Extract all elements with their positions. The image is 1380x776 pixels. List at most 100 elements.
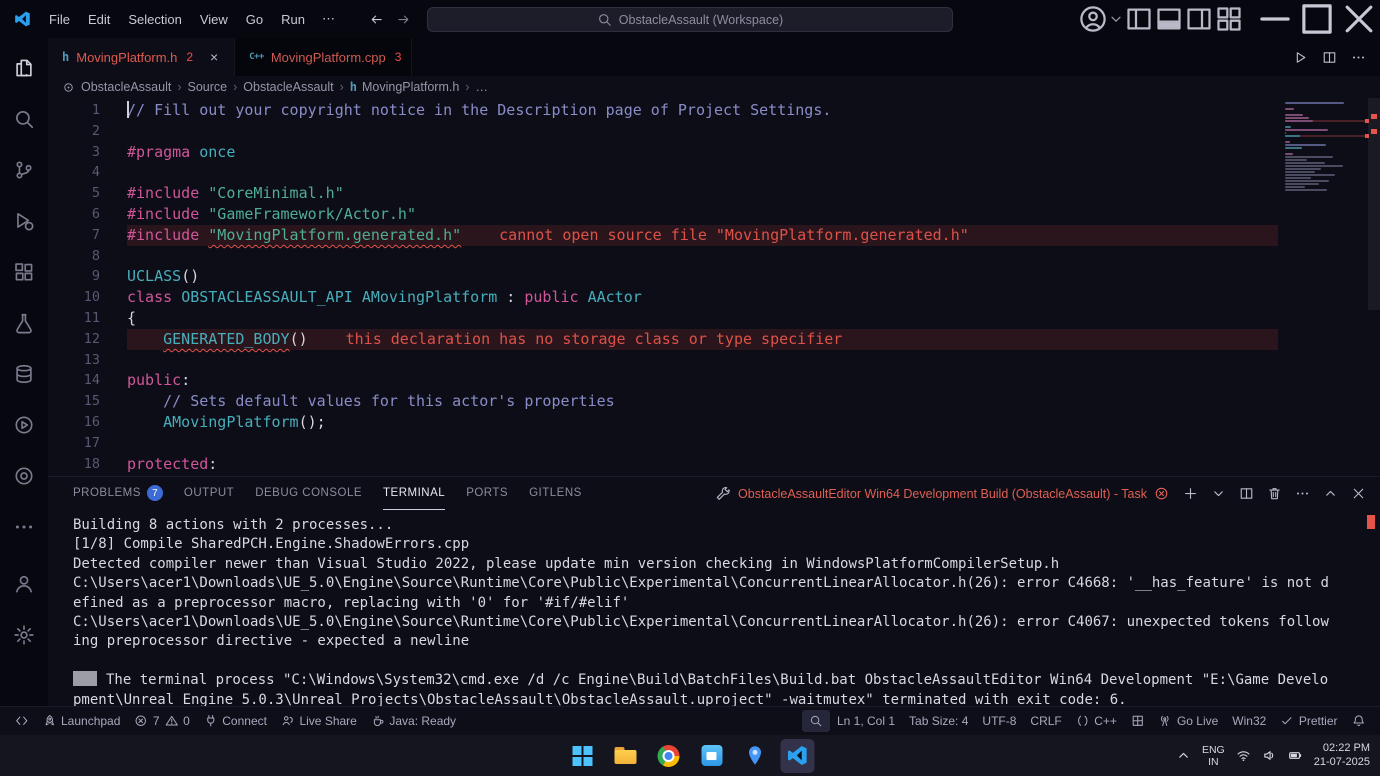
code-line-5[interactable]: 5#include "CoreMinimal.h" [48,183,1380,204]
task-close-icon[interactable] [1154,486,1169,501]
panel-tab-ports[interactable]: PORTS [466,477,508,510]
toggle-secondary-sidebar-icon[interactable] [1184,4,1214,34]
toggle-sidebar-icon[interactable] [1124,4,1154,34]
status-connect[interactable]: Connect [197,710,274,732]
status-terminal-find[interactable] [802,710,830,732]
database-icon[interactable] [0,348,48,399]
code-line-14[interactable]: 14public: [48,370,1380,391]
panel-tab-gitlens[interactable]: GITLENS [529,477,582,510]
explorer-icon[interactable] [0,42,48,93]
command-center-search[interactable]: ObstacleAssault (Workspace) [427,7,953,32]
pin-icon[interactable] [738,739,772,773]
code-runner-icon[interactable] [0,399,48,450]
settings-icon[interactable] [0,609,48,660]
editor-more-actions-icon[interactable] [1351,50,1366,65]
status-eol[interactable]: CRLF [1023,710,1068,732]
code-line-6[interactable]: 6#include "GameFramework/Actor.h" [48,204,1380,225]
status-problems[interactable]: 70 [127,710,196,732]
status-notifications[interactable] [1345,710,1373,732]
split-terminal-icon[interactable] [1239,486,1254,501]
status-launchpad[interactable]: Launchpad [36,710,128,732]
new-terminal-icon[interactable] [1183,486,1198,501]
code-line-9[interactable]: 9UCLASS() [48,266,1380,287]
customize-layout-icon[interactable] [1214,4,1244,34]
code-editor[interactable]: 1// Fill out your copyright notice in th… [48,98,1380,476]
wifi-icon[interactable] [1236,748,1251,763]
battery-icon[interactable] [1288,748,1303,763]
chrome-icon[interactable] [652,739,686,773]
panel-tab-terminal[interactable]: TERMINAL [383,477,445,510]
code-line-8[interactable]: 8 [48,246,1380,267]
code-line-11[interactable]: 11{ [48,308,1380,329]
breadcrumb-item[interactable]: ObstacleAssault [81,80,171,94]
terminal-task[interactable]: ObstacleAssaultEditor Win64 Development … [716,486,1169,501]
menu-view[interactable]: View [191,8,237,31]
status-remote[interactable] [8,710,36,732]
minimap[interactable] [1285,102,1365,192]
kill-terminal-icon[interactable] [1267,486,1282,501]
gitlens-icon[interactable] [0,450,48,501]
code-line-16[interactable]: 16 AMovingPlatform(); [48,412,1380,433]
terminal-dropdown-icon[interactable] [1211,486,1226,501]
profile-icon[interactable] [1078,4,1108,34]
file-explorer-icon[interactable] [609,739,643,773]
minimize-icon[interactable] [1254,0,1296,38]
breadcrumb-item[interactable]: ObstacleAssault [243,80,333,94]
run-debug-icon[interactable] [0,195,48,246]
more-menus-icon[interactable]: ⋯ [314,7,343,31]
code-line-18[interactable]: 18protected: [48,454,1380,475]
go-forward-icon[interactable] [396,12,411,27]
status-go-live[interactable]: Go Live [1151,710,1225,732]
status-prettier[interactable]: Prettier [1273,710,1344,732]
panel-tab-debug-console[interactable]: DEBUG CONSOLE [255,477,362,510]
go-back-icon[interactable] [369,12,384,27]
panel-more-actions-icon[interactable] [1295,486,1310,501]
status-layout-status[interactable] [1124,710,1152,732]
split-editor-icon[interactable] [1322,50,1337,65]
breadcrumb-item[interactable]: hMovingPlatform.h [350,80,460,94]
code-line-2[interactable]: 2 [48,121,1380,142]
menu-file[interactable]: File [40,8,79,31]
menu-edit[interactable]: Edit [79,8,119,31]
terminal-output[interactable]: Building 8 actions with 2 processes...[1… [48,510,1380,706]
status-language-mode[interactable]: C++ [1069,710,1124,732]
status-java-status[interactable]: Java: Ready [364,710,463,732]
code-line-13[interactable]: 13 [48,350,1380,371]
clock[interactable]: 02:22 PM 21-07-2025 [1314,742,1370,769]
code-line-7[interactable]: 7#include "MovingPlatform.generated.h"ca… [48,225,1380,246]
run-file-icon[interactable] [1293,50,1308,65]
code-line-17[interactable]: 17 [48,433,1380,454]
close-icon[interactable] [1338,0,1380,38]
menu-run[interactable]: Run [272,8,314,31]
maximize-icon[interactable] [1296,0,1338,38]
tab-MovingPlatform.cpp[interactable]: C++MovingPlatform.cpp3 [235,38,412,76]
code-line-15[interactable]: 15 // Sets default values for this actor… [48,391,1380,412]
more-views-icon[interactable] [0,501,48,552]
panel-tab-output[interactable]: OUTPUT [184,477,234,510]
menu-go[interactable]: Go [237,8,272,31]
close-panel-icon[interactable] [1351,486,1366,501]
breadcrumb-item[interactable]: … [475,80,488,94]
close-tab-icon[interactable]: × [204,47,224,67]
source-control-icon[interactable] [0,144,48,195]
store-icon[interactable] [695,739,729,773]
status-indentation[interactable]: Tab Size: 4 [902,710,975,732]
code-line-1[interactable]: 1// Fill out your copyright notice in th… [48,100,1380,121]
vscode-icon[interactable] [781,739,815,773]
panel-tab-problems[interactable]: PROBLEMS7 [73,477,163,510]
language-indicator[interactable]: ENG IN [1202,744,1225,768]
profile-dropdown-chevron-icon[interactable] [1108,4,1124,34]
testing-icon[interactable] [0,297,48,348]
accounts-icon[interactable] [0,558,48,609]
status-live-share[interactable]: Live Share [274,710,364,732]
menu-selection[interactable]: Selection [119,8,190,31]
maximize-panel-icon[interactable] [1323,486,1338,501]
status-cursor-position[interactable]: Ln 1, Col 1 [830,710,902,732]
volume-icon[interactable] [1262,748,1277,763]
start-icon[interactable] [566,739,600,773]
status-encoding[interactable]: UTF-8 [975,710,1023,732]
code-line-12[interactable]: 12 GENERATED_BODY()this declaration has … [48,329,1380,350]
breadcrumb-item[interactable]: Source [188,80,228,94]
toggle-panel-icon[interactable] [1154,4,1184,34]
code-line-4[interactable]: 4 [48,162,1380,183]
